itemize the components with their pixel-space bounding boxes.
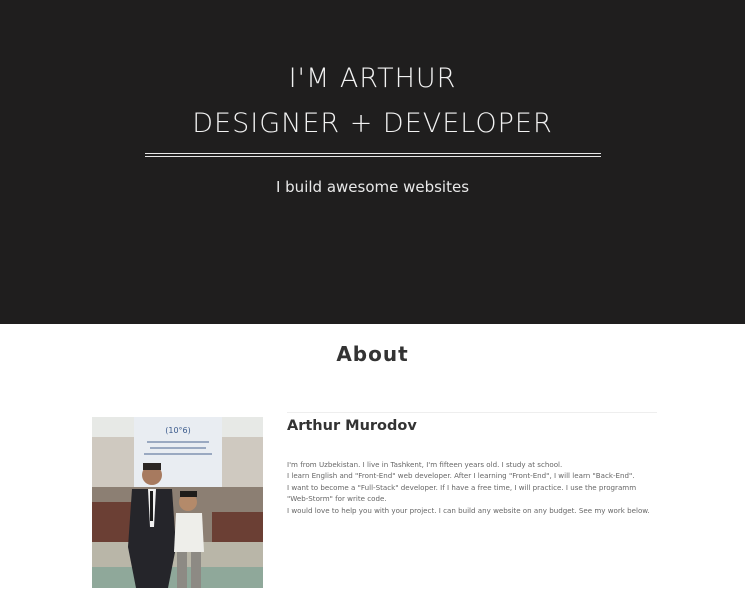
bio-line: I learn English and "Front-End" web deve…: [287, 471, 635, 481]
about-heading: About: [336, 342, 409, 366]
hero-section: I'M ARTHUR DESIGNER + DEVELOPER I build …: [0, 0, 745, 324]
about-card-divider: [287, 412, 657, 413]
hero-title-line1: I'M ARTHUR: [288, 63, 457, 94]
hero-divider: [145, 153, 601, 157]
bio-line: I would love to help you with your proje…: [287, 505, 650, 515]
bio-line: I want to become a "Full-Stack" develope…: [287, 482, 637, 492]
photo-banner-text: (10°6): [165, 426, 191, 435]
profile-bio: I'm from Uzbekistan. I live in Tashkent,…: [287, 459, 657, 516]
hero-tagline: I build awesome websites: [275, 178, 470, 196]
bio-line: I'm from Uzbekistan. I live in Tashkent,…: [287, 460, 563, 469]
bio-line: "Web-Storm" for write code.: [287, 494, 387, 504]
profile-name: Arthur Murodov: [287, 418, 417, 434]
hero-title-line2: DESIGNER + DEVELOPER: [192, 108, 553, 139]
profile-photo: (10°6): [92, 417, 263, 588]
